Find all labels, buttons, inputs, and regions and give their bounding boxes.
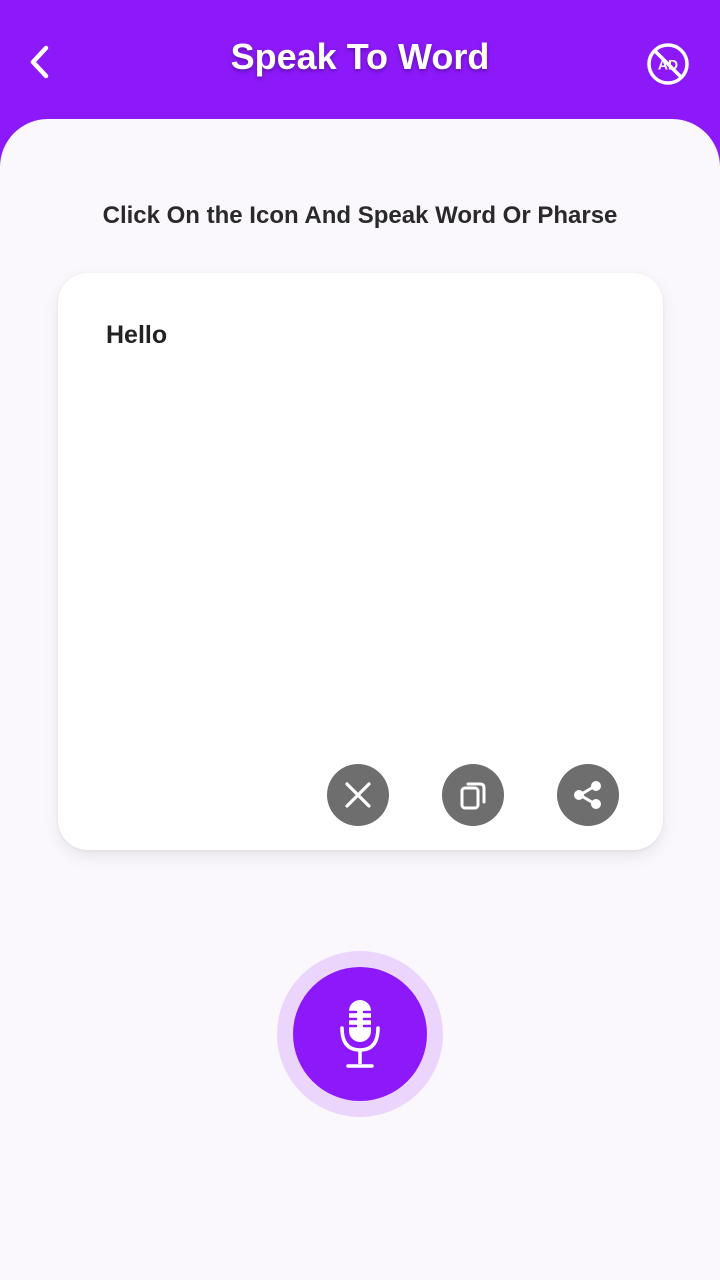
share-icon xyxy=(574,781,601,809)
main-content: Click On the Icon And Speak Word Or Phar… xyxy=(0,119,720,1280)
speech-result-card: Hello xyxy=(58,273,663,850)
recognized-text[interactable]: Hello xyxy=(106,321,167,350)
share-button[interactable] xyxy=(557,764,619,826)
no-ads-label: AD xyxy=(658,57,678,73)
close-icon xyxy=(345,782,371,808)
copy-button[interactable] xyxy=(442,764,504,826)
mic-button-ring xyxy=(277,951,443,1117)
no-ads-icon: AD xyxy=(647,43,689,85)
page-title: Speak To Word xyxy=(230,36,490,77)
remove-ads-button[interactable]: AD xyxy=(644,40,692,88)
copy-icon xyxy=(460,782,486,810)
back-button[interactable] xyxy=(20,40,60,84)
clear-button[interactable] xyxy=(327,764,389,826)
instruction-text: Click On the Icon And Speak Word Or Phar… xyxy=(102,202,618,229)
microphone-button[interactable] xyxy=(293,967,427,1101)
microphone-icon xyxy=(340,1000,380,1068)
chevron-left-icon xyxy=(30,45,49,79)
